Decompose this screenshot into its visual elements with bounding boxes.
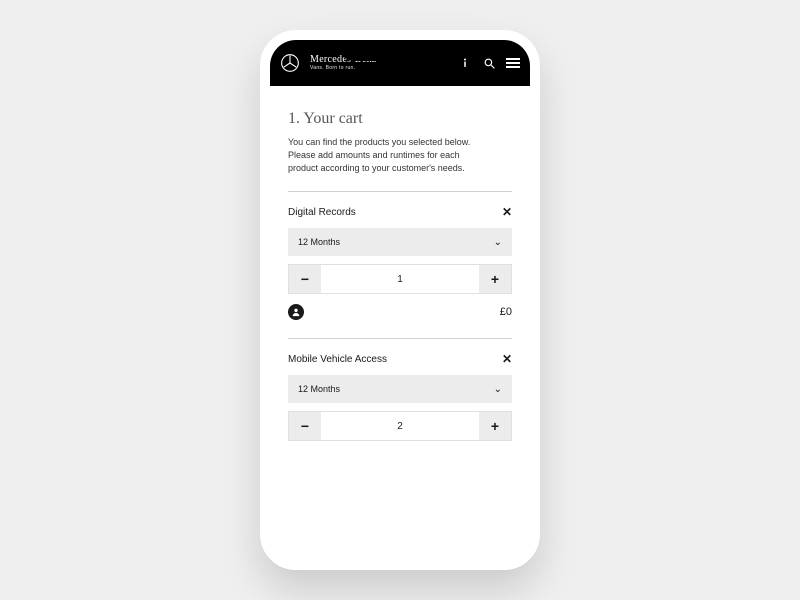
cart-item: Digital Records ✕ 12 Months ⌄ − 1 + — [288, 192, 512, 338]
item-price: £0 — [500, 306, 512, 318]
page-heading: 1. Your cart — [288, 110, 512, 128]
brand-tagline: Vans. Born to run. — [310, 66, 377, 71]
runtime-select[interactable]: 12 Months ⌄ — [288, 228, 512, 256]
runtime-value: 12 Months — [298, 384, 340, 394]
header-actions — [458, 56, 520, 70]
info-icon[interactable] — [458, 56, 472, 70]
quantity-value: 1 — [321, 265, 479, 293]
increment-button[interactable]: + — [479, 412, 511, 440]
runtime-value: 12 Months — [298, 237, 340, 247]
phone-frame: Mercedes-Benz Vans. Born to run. — [260, 30, 540, 570]
runtime-select[interactable]: 12 Months ⌄ — [288, 375, 512, 403]
remove-item-icon[interactable]: ✕ — [502, 206, 512, 218]
chevron-down-icon: ⌄ — [494, 384, 502, 395]
brand-logo-icon — [280, 53, 300, 73]
page-description: You can find the products you selected b… — [288, 136, 478, 175]
quantity-stepper: − 2 + — [288, 411, 512, 441]
quantity-value: 2 — [321, 412, 479, 440]
increment-button[interactable]: + — [479, 265, 511, 293]
cart-item-name: Digital Records — [288, 207, 356, 218]
search-icon[interactable] — [482, 56, 496, 70]
page-content: 1. Your cart You can find the products y… — [270, 86, 530, 560]
decrement-button[interactable]: − — [289, 412, 321, 440]
chevron-down-icon: ⌄ — [494, 237, 502, 248]
cart-item-name: Mobile Vehicle Access — [288, 354, 387, 365]
cart-item-header: Mobile Vehicle Access ✕ — [288, 353, 512, 365]
decrement-button[interactable]: − — [289, 265, 321, 293]
remove-item-icon[interactable]: ✕ — [502, 353, 512, 365]
phone-notch — [340, 39, 460, 61]
cart-item-header: Digital Records ✕ — [288, 206, 512, 218]
menu-icon[interactable] — [506, 58, 520, 68]
stage: Mercedes-Benz Vans. Born to run. — [0, 0, 800, 600]
cart-item: Mobile Vehicle Access ✕ 12 Months ⌄ − 2 … — [288, 339, 512, 465]
person-icon[interactable] — [288, 304, 304, 320]
price-row: £0 — [288, 304, 512, 320]
quantity-stepper: − 1 + — [288, 264, 512, 294]
